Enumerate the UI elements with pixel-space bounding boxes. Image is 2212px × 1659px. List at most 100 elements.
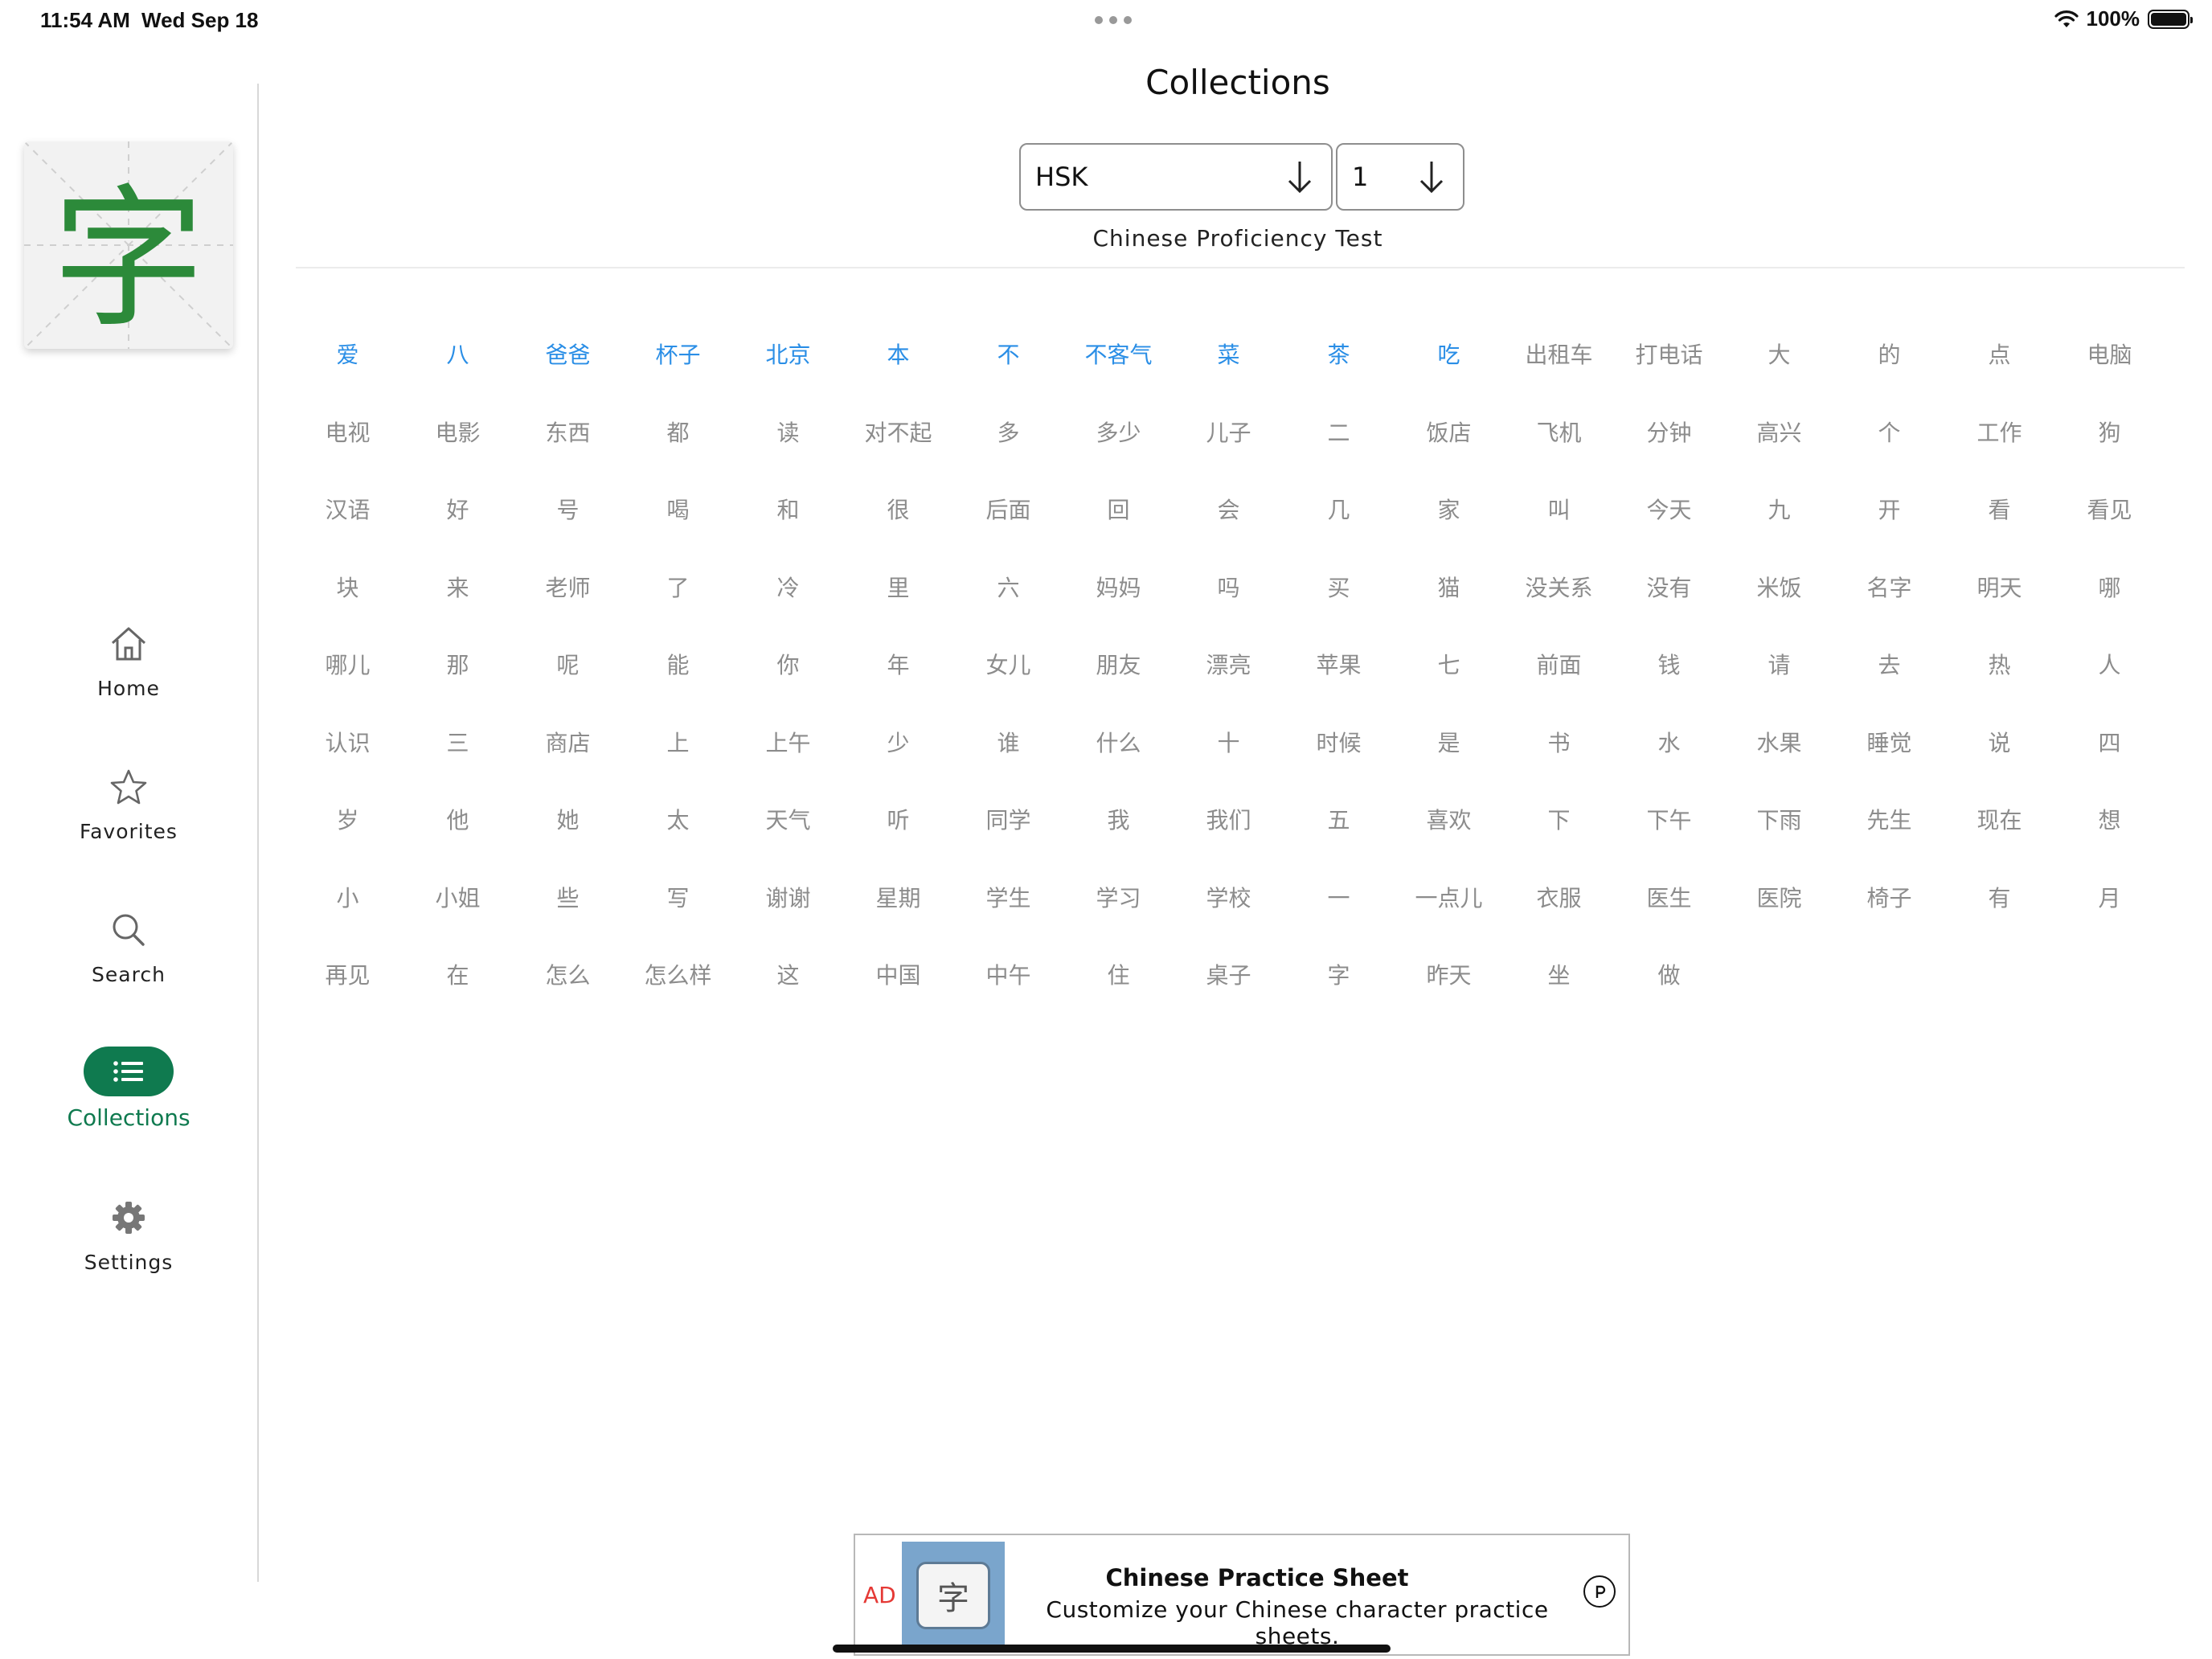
word-item[interactable]: 热 xyxy=(1944,640,2054,688)
word-item[interactable]: 叫 xyxy=(1504,485,1614,533)
word-item[interactable]: 岁 xyxy=(293,795,403,843)
word-item[interactable]: 十 xyxy=(1174,718,1284,766)
word-item[interactable]: 漂亮 xyxy=(1174,640,1284,688)
word-item[interactable]: 五 xyxy=(1284,795,1394,843)
word-item[interactable]: 学校 xyxy=(1174,873,1284,921)
home-indicator[interactable] xyxy=(833,1645,1391,1653)
word-item[interactable]: 怎么样 xyxy=(623,950,733,998)
word-item[interactable]: 能 xyxy=(623,640,733,688)
collection-select[interactable]: HSK xyxy=(1019,143,1333,211)
word-item-learned[interactable]: 杯子 xyxy=(623,330,733,378)
word-item[interactable]: 很 xyxy=(843,485,953,533)
word-item-learned[interactable]: 菜 xyxy=(1174,330,1284,378)
word-item[interactable]: 昨天 xyxy=(1394,950,1504,998)
word-item[interactable]: 小姐 xyxy=(403,873,513,921)
word-item[interactable]: 名字 xyxy=(1834,563,1944,611)
word-item[interactable]: 这 xyxy=(733,950,843,998)
word-item[interactable]: 什么 xyxy=(1063,718,1174,766)
word-item[interactable]: 小 xyxy=(293,873,403,921)
word-item[interactable]: 一点儿 xyxy=(1394,873,1504,921)
word-item[interactable]: 中国 xyxy=(843,950,953,998)
word-item[interactable]: 哪 xyxy=(2054,563,2165,611)
word-item[interactable]: 明天 xyxy=(1944,563,2054,611)
word-item[interactable]: 医生 xyxy=(1614,873,1724,921)
nav-collections[interactable]: Collections xyxy=(32,1047,225,1151)
word-item[interactable]: 坐 xyxy=(1504,950,1614,998)
word-item-learned[interactable]: 茶 xyxy=(1284,330,1394,378)
word-item[interactable]: 没关系 xyxy=(1504,563,1614,611)
word-item[interactable]: 是 xyxy=(1394,718,1504,766)
word-item[interactable]: 睡觉 xyxy=(1834,718,1944,766)
word-item[interactable]: 了 xyxy=(623,563,733,611)
multitask-dots-icon[interactable] xyxy=(1095,16,1132,24)
word-item[interactable]: 高兴 xyxy=(1724,408,1834,456)
ad-info-icon[interactable] xyxy=(1583,1575,1616,1608)
word-item[interactable]: 下午 xyxy=(1614,795,1724,843)
word-item[interactable]: 些 xyxy=(513,873,623,921)
word-item-learned[interactable]: 不 xyxy=(953,330,1063,378)
word-item[interactable]: 九 xyxy=(1724,485,1834,533)
word-item[interactable]: 东西 xyxy=(513,408,623,456)
word-item[interactable]: 开 xyxy=(1834,485,1944,533)
word-item[interactable]: 七 xyxy=(1394,640,1504,688)
word-item[interactable]: 对不起 xyxy=(843,408,953,456)
nav-search[interactable]: Search xyxy=(32,905,225,1010)
word-item[interactable]: 你 xyxy=(733,640,843,688)
word-item[interactable]: 年 xyxy=(843,640,953,688)
word-item[interactable]: 飞机 xyxy=(1504,408,1614,456)
word-item[interactable]: 多少 xyxy=(1063,408,1174,456)
word-item[interactable]: 太 xyxy=(623,795,733,843)
word-item[interactable]: 现在 xyxy=(1944,795,2054,843)
word-item[interactable]: 几 xyxy=(1284,485,1394,533)
nav-favorites[interactable]: Favorites xyxy=(32,762,225,866)
word-item[interactable]: 四 xyxy=(2054,718,2165,766)
word-item[interactable]: 听 xyxy=(843,795,953,843)
word-item[interactable]: 字 xyxy=(1284,950,1394,998)
word-item[interactable]: 里 xyxy=(843,563,953,611)
level-select[interactable]: 1 xyxy=(1336,143,1464,211)
word-item-learned[interactable]: 爱 xyxy=(293,330,403,378)
word-item-learned[interactable]: 吃 xyxy=(1394,330,1504,378)
word-item[interactable]: 天气 xyxy=(733,795,843,843)
word-item[interactable]: 想 xyxy=(2054,795,2165,843)
word-item[interactable]: 钱 xyxy=(1614,640,1724,688)
ad-banner[interactable]: AD 字 Chinese Practice Sheet Customize yo… xyxy=(854,1534,1630,1656)
word-item[interactable]: 那 xyxy=(403,640,513,688)
word-item[interactable]: 写 xyxy=(623,873,733,921)
word-item[interactable]: 再见 xyxy=(293,950,403,998)
word-item[interactable]: 上 xyxy=(623,718,733,766)
word-item[interactable]: 上午 xyxy=(733,718,843,766)
word-item-learned[interactable]: 爸爸 xyxy=(513,330,623,378)
word-item[interactable]: 我们 xyxy=(1174,795,1284,843)
word-item[interactable]: 一 xyxy=(1284,873,1394,921)
word-item[interactable]: 饭店 xyxy=(1394,408,1504,456)
word-item[interactable]: 医院 xyxy=(1724,873,1834,921)
word-item[interactable]: 去 xyxy=(1834,640,1944,688)
word-item[interactable]: 打电话 xyxy=(1614,330,1724,378)
word-item-learned[interactable]: 北京 xyxy=(733,330,843,378)
word-item[interactable]: 来 xyxy=(403,563,513,611)
word-item[interactable]: 今天 xyxy=(1614,485,1724,533)
word-item[interactable]: 星期 xyxy=(843,873,953,921)
word-item[interactable]: 水果 xyxy=(1724,718,1834,766)
word-item[interactable]: 先生 xyxy=(1834,795,1944,843)
word-item[interactable]: 都 xyxy=(623,408,733,456)
word-item[interactable]: 二 xyxy=(1284,408,1394,456)
word-item[interactable]: 儿子 xyxy=(1174,408,1284,456)
word-item[interactable]: 少 xyxy=(843,718,953,766)
word-item[interactable]: 学生 xyxy=(953,873,1063,921)
word-item[interactable]: 汉语 xyxy=(293,485,403,533)
word-item[interactable]: 喜欢 xyxy=(1394,795,1504,843)
word-item[interactable]: 妈妈 xyxy=(1063,563,1174,611)
word-item[interactable]: 她 xyxy=(513,795,623,843)
word-item-learned[interactable]: 本 xyxy=(843,330,953,378)
word-item[interactable]: 人 xyxy=(2054,640,2165,688)
word-item[interactable]: 米饭 xyxy=(1724,563,1834,611)
word-item[interactable]: 看见 xyxy=(2054,485,2165,533)
word-item[interactable]: 在 xyxy=(403,950,513,998)
word-item[interactable]: 水 xyxy=(1614,718,1724,766)
word-item[interactable]: 多 xyxy=(953,408,1063,456)
word-item[interactable]: 谢谢 xyxy=(733,873,843,921)
word-item[interactable]: 认识 xyxy=(293,718,403,766)
word-item[interactable]: 住 xyxy=(1063,950,1174,998)
